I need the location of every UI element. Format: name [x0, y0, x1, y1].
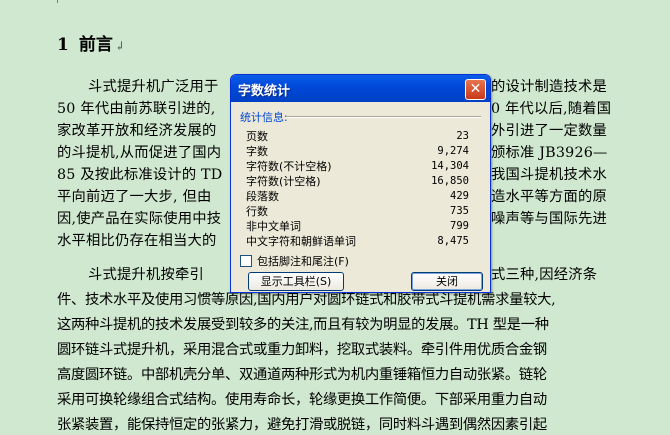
text-line: 家改革开放和经济发展的 — [57, 123, 217, 139]
text-line: 造水平等方面的原 — [491, 189, 607, 205]
text-line: 外引进了一定数量 — [491, 123, 607, 139]
stat-row-chars-with-spaces: 字符数(计空格) 16,850 — [246, 175, 469, 188]
heading-title: 前言 — [78, 35, 113, 55]
stat-row-non-chinese-words: 非中文单词 799 — [246, 220, 469, 233]
show-toolbar-button[interactable]: 显示工具栏(S) — [248, 272, 344, 291]
text-line: 圆环链斗式提升机，采用混合式或重力卸料，挖取式装料。牵引件用优质合金钢 — [57, 342, 547, 358]
stat-row-chinese-chars: 中文字符和朝鲜语单词 8,475 — [246, 235, 469, 248]
checkbox-box[interactable] — [240, 255, 252, 267]
close-button[interactable]: 关闭 — [411, 272, 483, 291]
stat-row-pages: 页数 23 — [246, 130, 469, 143]
text-line: 噪声等与国际先进 — [491, 211, 607, 227]
word-count-dialog: 字数统计 ✕ 统计信息: 页数 23 字数 9,274 字符数(不计空格) 14,30… — [230, 74, 491, 293]
paragraph-mark-icon: ↲ — [114, 39, 125, 53]
text-line: 的设计制造技术是 — [491, 79, 607, 95]
text-line: 斗式提升机广泛用于 — [88, 79, 219, 95]
text-line: 的斗提机,从而促进了国内 — [57, 145, 222, 161]
text-line: 高度圆环链。中部机壳分单、双通道两种形式为机内重锤箱恒力自动张紧。链轮 — [57, 367, 547, 383]
text-line: 颁标准 JB3926— — [491, 145, 608, 161]
checkbox-label: 包括脚注和尾注(F) — [257, 255, 349, 268]
stat-row-words: 字数 9,274 — [246, 145, 469, 158]
dialog-titlebar[interactable]: 字数统计 ✕ — [231, 75, 490, 102]
text-cursor — [57, 0, 58, 3]
stat-row-paragraphs: 段落数 429 — [246, 190, 469, 203]
text-line: 平向前迈了一大步, 但由 — [57, 189, 212, 205]
text-line: 我国斗提机技术水 — [491, 167, 607, 183]
statistics-group-label: 统计信息: — [240, 111, 288, 124]
text-line: 式三种,因经济条 — [491, 267, 598, 283]
include-footnotes-checkbox[interactable]: 包括脚注和尾注(F) — [240, 253, 349, 269]
text-line: 采用可换轮缘组合式结构。使用寿命长，轮缘更换工作简便。下部采用重力自动 — [57, 392, 547, 408]
text-line: 因,使产品在实际使用中技 — [57, 211, 222, 227]
text-line: 水平相比仍存在相当大的 — [57, 233, 217, 249]
text-line: 50 年代由前苏联引进的, — [57, 101, 216, 117]
stat-row-chars-no-spaces: 字符数(不计空格) 14,304 — [246, 160, 469, 173]
dialog-title: 字数统计 — [238, 84, 291, 99]
text-line: 张紧装置，能保持恒定的张紧力，避免打滑或脱链，同时料斗遇到偶然因素引起 — [57, 417, 547, 433]
statistics-list: 页数 23 字数 9,274 字符数(不计空格) 14,304 字符数(计空格) 16,… — [246, 129, 469, 249]
section-heading: 1 前言 ↲ — [57, 30, 125, 55]
text-line: 0 年代以后,随着国 — [491, 101, 612, 117]
text-line: 件、技术水平及使用习惯等原因,国内用户对圆环链式和胶带式斗提机需求量较大, — [57, 292, 556, 308]
text-line: 这两种斗提机的技术发展受到较多的关注,而且有较为明显的发展。TH 型是一种 — [57, 317, 549, 333]
close-icon[interactable]: ✕ — [465, 79, 486, 100]
heading-number: 1 — [57, 35, 69, 55]
text-line: 85 及按此标准设计的 TD — [57, 167, 223, 183]
stat-row-lines: 行数 735 — [246, 205, 469, 218]
group-divider — [286, 116, 481, 118]
text-line: 斗式提升机按牵引 — [88, 267, 204, 283]
